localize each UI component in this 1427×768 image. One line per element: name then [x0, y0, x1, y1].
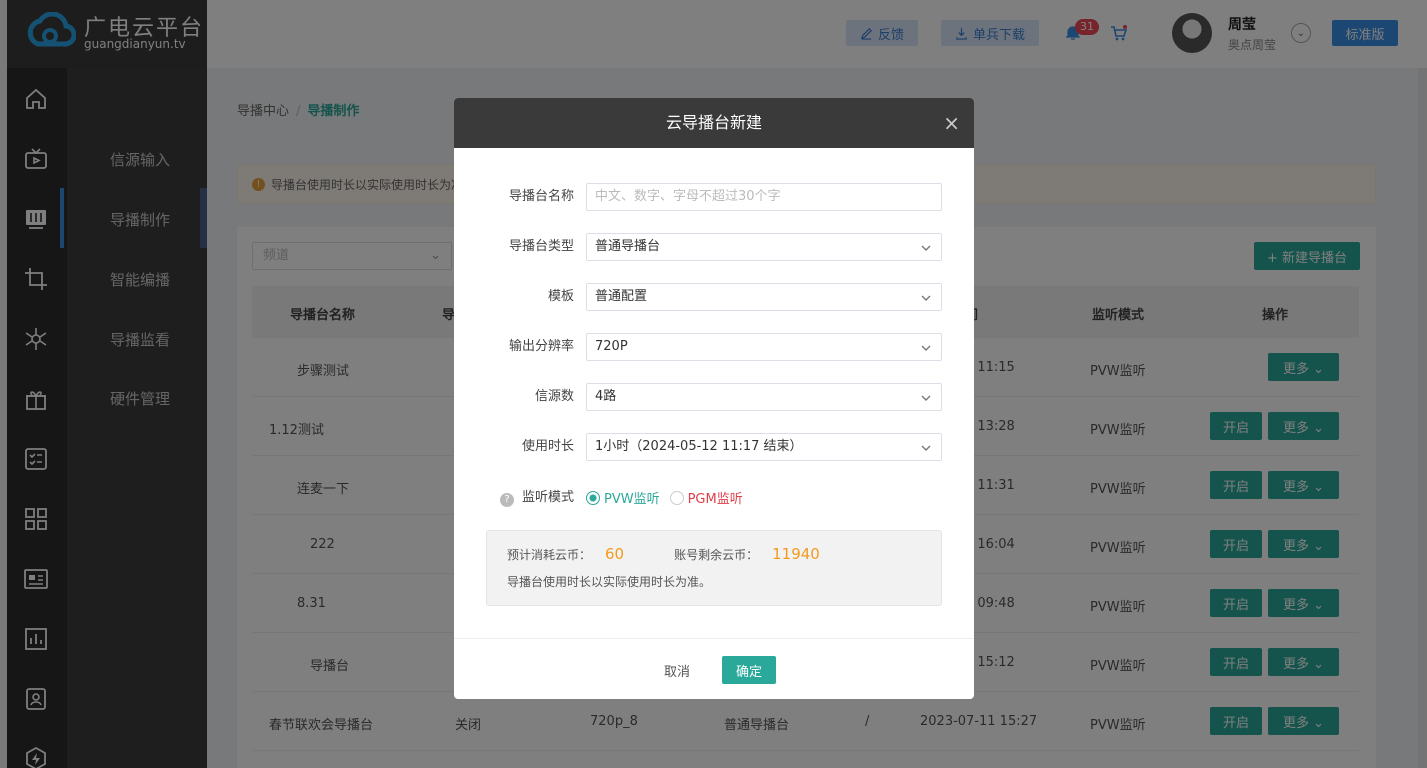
radio-pgm-label: PGM监听 [687, 492, 743, 507]
radio-pvw[interactable]: PVW监听 [586, 488, 660, 507]
resolution-value: 720P [595, 339, 628, 354]
dialog-footer: 取消 确定 [454, 638, 974, 699]
field-template: 模板 普通配置 [454, 283, 974, 311]
type-value: 普通导播台 [595, 239, 661, 254]
monitor-radio-group: PVW监听 PGM监听 [586, 488, 743, 507]
duration-label: 使用时长 [521, 439, 574, 454]
sources-label: 信源数 [534, 389, 574, 404]
chevron-down-icon [921, 345, 931, 351]
dialog-title: 云导播台新建 [665, 113, 762, 132]
chevron-down-icon [921, 445, 931, 451]
cancel-button[interactable]: 取消 [664, 661, 690, 680]
field-resolution: 输出分辨率 720P [454, 333, 974, 361]
confirm-button[interactable]: 确定 [722, 656, 776, 684]
sources-select[interactable]: 4路 [586, 383, 942, 411]
radio-pvw-circle [586, 490, 600, 505]
estimate-value: 60 [605, 545, 625, 563]
name-input[interactable]: 中文、数字、字母不超过30个字 [586, 183, 942, 211]
balance-label: 账号剩余云币： [674, 547, 759, 562]
chevron-down-icon [921, 295, 931, 301]
duration-value: 1小时（2024-05-12 11:17 结束） [595, 439, 803, 454]
radio-pvw-label: PVW监听 [604, 492, 660, 507]
field-type: 导播台类型 普通导播台 [454, 233, 974, 261]
field-duration: 使用时长 1小时（2024-05-12 11:17 结束） [454, 433, 974, 461]
duration-select[interactable]: 1小时（2024-05-12 11:17 结束） [586, 433, 942, 461]
field-sources: 信源数 4路 [454, 383, 974, 411]
field-name: 导播台名称 中文、数字、字母不超过30个字 [454, 183, 974, 211]
chevron-down-icon [921, 245, 931, 251]
balance-value: 11940 [772, 545, 820, 563]
template-value: 普通配置 [595, 289, 648, 304]
chevron-down-icon [921, 395, 931, 401]
cost-summary: 预计消耗云币： 60 账号剩余云币： 11940 导播台使用时长以实际使用时长为… [486, 530, 942, 606]
cost-line: 预计消耗云币： 60 账号剩余云币： 11940 [507, 545, 820, 563]
close-icon[interactable]: × [943, 98, 960, 148]
type-select[interactable]: 普通导播台 [586, 233, 942, 261]
radio-pgm[interactable]: PGM监听 [669, 488, 743, 507]
dialog-header: 云导播台新建 × [454, 98, 974, 148]
monitor-label: 监听模式 [521, 490, 574, 505]
help-icon[interactable]: ? [500, 493, 514, 507]
estimate-label: 预计消耗云币： [507, 547, 592, 562]
name-label: 导播台名称 [508, 189, 574, 204]
resolution-select[interactable]: 720P [586, 333, 942, 361]
template-label: 模板 [547, 289, 574, 304]
sources-value: 4路 [595, 389, 617, 404]
radio-pgm-circle [669, 490, 684, 505]
type-label: 导播台类型 [508, 239, 574, 254]
create-console-dialog: 云导播台新建 × 导播台名称 中文、数字、字母不超过30个字 导播台类型 普通导… [454, 98, 974, 699]
cost-note: 导播台使用时长以实际使用时长为准。 [507, 575, 712, 589]
resolution-label: 输出分辨率 [508, 339, 574, 354]
template-select[interactable]: 普通配置 [586, 283, 942, 311]
